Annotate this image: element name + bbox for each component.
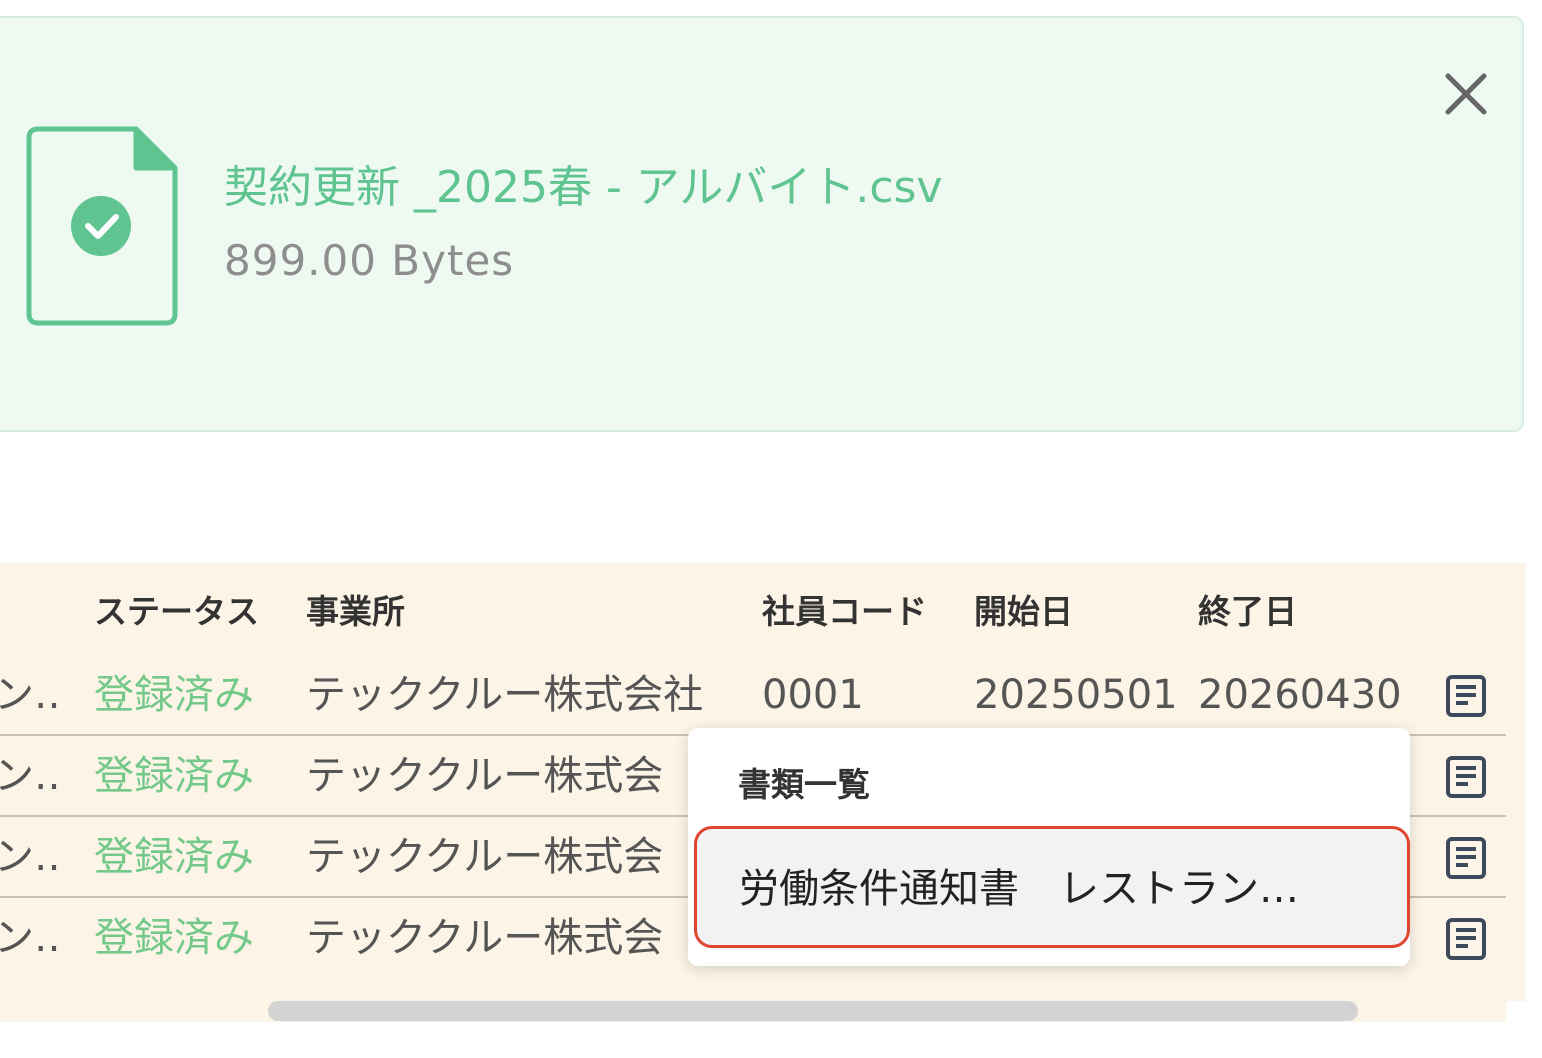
- header-office: 事業所: [306, 592, 405, 631]
- status-cell: 登録済み: [94, 672, 254, 718]
- status-cell: 登録済み: [94, 753, 254, 799]
- office-cell: テッククルー株式会: [306, 834, 664, 880]
- document-list-icon[interactable]: [1444, 755, 1488, 799]
- header-start-date: 開始日: [974, 592, 1073, 631]
- horizontal-scrollbar[interactable]: [268, 1001, 1358, 1021]
- file-check-icon: [26, 126, 178, 326]
- document-list-icon[interactable]: [1444, 674, 1488, 718]
- status-cell: 登録済み: [94, 915, 254, 961]
- office-cell: テッククルー株式会: [306, 753, 664, 799]
- popover-title: 書類一覧: [738, 765, 870, 804]
- end-date-cell: 20260430: [1198, 672, 1402, 718]
- documents-popover: 書類一覧 労働条件通知書 レストラン…: [688, 728, 1410, 966]
- file-size: 899.00 Bytes: [224, 236, 515, 285]
- upload-card: 契約更新 _2025春 - アルバイト.csv 899.00 Bytes: [0, 16, 1524, 432]
- document-item[interactable]: 労働条件通知書 レストラン…: [694, 826, 1410, 948]
- header-employee-code: 社員コード: [762, 592, 927, 631]
- employee-code-cell: 0001: [762, 672, 864, 718]
- header-status: ステータス: [94, 592, 259, 631]
- truncated-cell: ン…: [0, 834, 64, 880]
- office-cell: テッククルー株式会社: [306, 672, 704, 718]
- table-row: ン… 登録済み テッククルー株式会社 0001 20250501 2026043…: [0, 655, 1506, 736]
- truncated-cell: ン…: [0, 915, 64, 961]
- start-date-cell: 20250501: [974, 672, 1178, 718]
- office-cell: テッククルー株式会: [306, 915, 664, 961]
- document-list-icon[interactable]: [1444, 836, 1488, 880]
- document-list-icon[interactable]: [1444, 917, 1488, 961]
- status-cell: 登録済み: [94, 834, 254, 880]
- header-end-date: 終了日: [1198, 592, 1297, 631]
- close-icon[interactable]: [1444, 72, 1488, 116]
- truncated-cell: ン…: [0, 672, 64, 718]
- file-name: 契約更新 _2025春 - アルバイト.csv: [224, 162, 943, 213]
- truncated-cell: ン…: [0, 753, 64, 799]
- document-item-label: 労働条件通知書 レストラン…: [739, 866, 1299, 912]
